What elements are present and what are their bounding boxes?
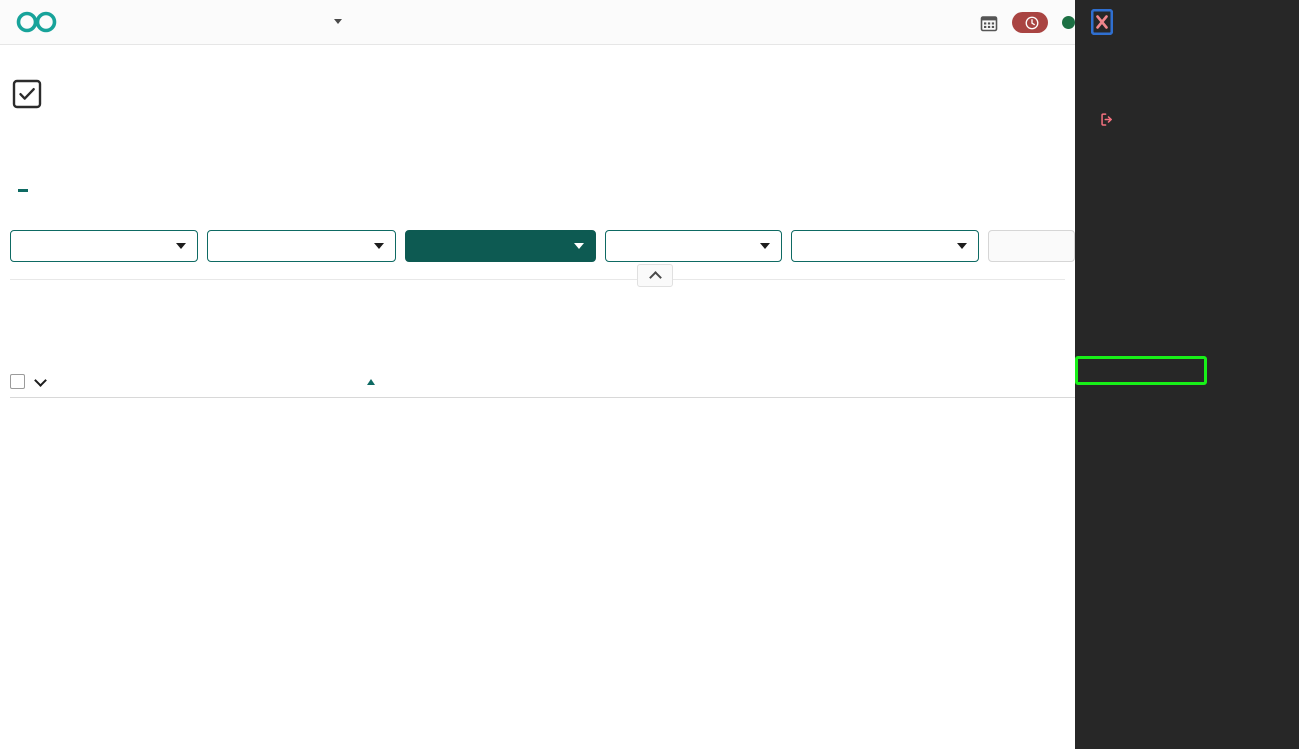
pending-notification-badge[interactable] xyxy=(1012,12,1048,33)
personal-tools-sidebar xyxy=(1075,0,1299,749)
expand-all-cell xyxy=(34,373,64,387)
select-all-checkbox-cell xyxy=(10,374,36,389)
online-status-dot[interactable] xyxy=(1062,16,1075,29)
chevron-down-icon xyxy=(373,242,384,249)
filter-tags[interactable] xyxy=(790,229,980,262)
nav-item-mehr[interactable] xyxy=(312,0,359,45)
chevron-down-icon xyxy=(957,242,968,249)
page-header xyxy=(0,45,1075,109)
clock-icon xyxy=(1025,16,1039,29)
top-right-tools xyxy=(980,0,1075,45)
tab-neu[interactable] xyxy=(88,183,114,192)
tab-kuerzlich[interactable] xyxy=(62,183,88,192)
filter-faelligkeit[interactable] xyxy=(207,229,396,262)
sort-ascending-icon xyxy=(367,378,375,385)
page-title xyxy=(0,45,1075,109)
todo-table xyxy=(10,366,1075,398)
logout-icon xyxy=(1100,112,1115,127)
header-faelligkeitstermin[interactable] xyxy=(362,378,475,385)
chevron-down-icon[interactable] xyxy=(34,373,47,387)
sidebar-item-logout[interactable] xyxy=(1075,108,1299,131)
tab-meine-todos[interactable] xyxy=(10,183,36,192)
filter-bar xyxy=(0,229,1076,262)
sidebar-section-tools xyxy=(1075,48,1299,58)
chevron-up-icon xyxy=(648,270,662,284)
select-all-checkbox[interactable] xyxy=(10,374,25,389)
filter-divider xyxy=(10,279,1065,280)
nav-links xyxy=(74,0,359,45)
todo-tabs xyxy=(0,183,1075,192)
tab-geloescht[interactable] xyxy=(166,183,192,192)
calendar-icon[interactable] xyxy=(980,14,998,32)
chevron-down-icon xyxy=(573,242,584,249)
infinity-logo[interactable] xyxy=(0,10,74,34)
checkbox-icon xyxy=(12,79,42,109)
tab-erledigte[interactable] xyxy=(114,183,140,192)
highlight-box-todos xyxy=(1075,356,1207,385)
filter-prioritaet[interactable] xyxy=(10,229,199,262)
table-header-row xyxy=(10,366,1075,398)
filter-kontext-typ[interactable] xyxy=(604,229,782,262)
collapse-filters-button[interactable] xyxy=(637,264,673,287)
filter-status[interactable] xyxy=(404,229,596,262)
chevron-down-icon xyxy=(334,19,342,25)
filter-mehr[interactable] xyxy=(988,229,1076,262)
chevron-down-icon xyxy=(176,242,187,249)
tab-alle[interactable] xyxy=(140,183,166,192)
chevron-down-icon xyxy=(759,242,770,249)
close-panel-icon[interactable] xyxy=(1086,6,1118,38)
tab-ueberfaellig[interactable] xyxy=(36,183,62,192)
sidebar-section-config xyxy=(1075,76,1299,86)
